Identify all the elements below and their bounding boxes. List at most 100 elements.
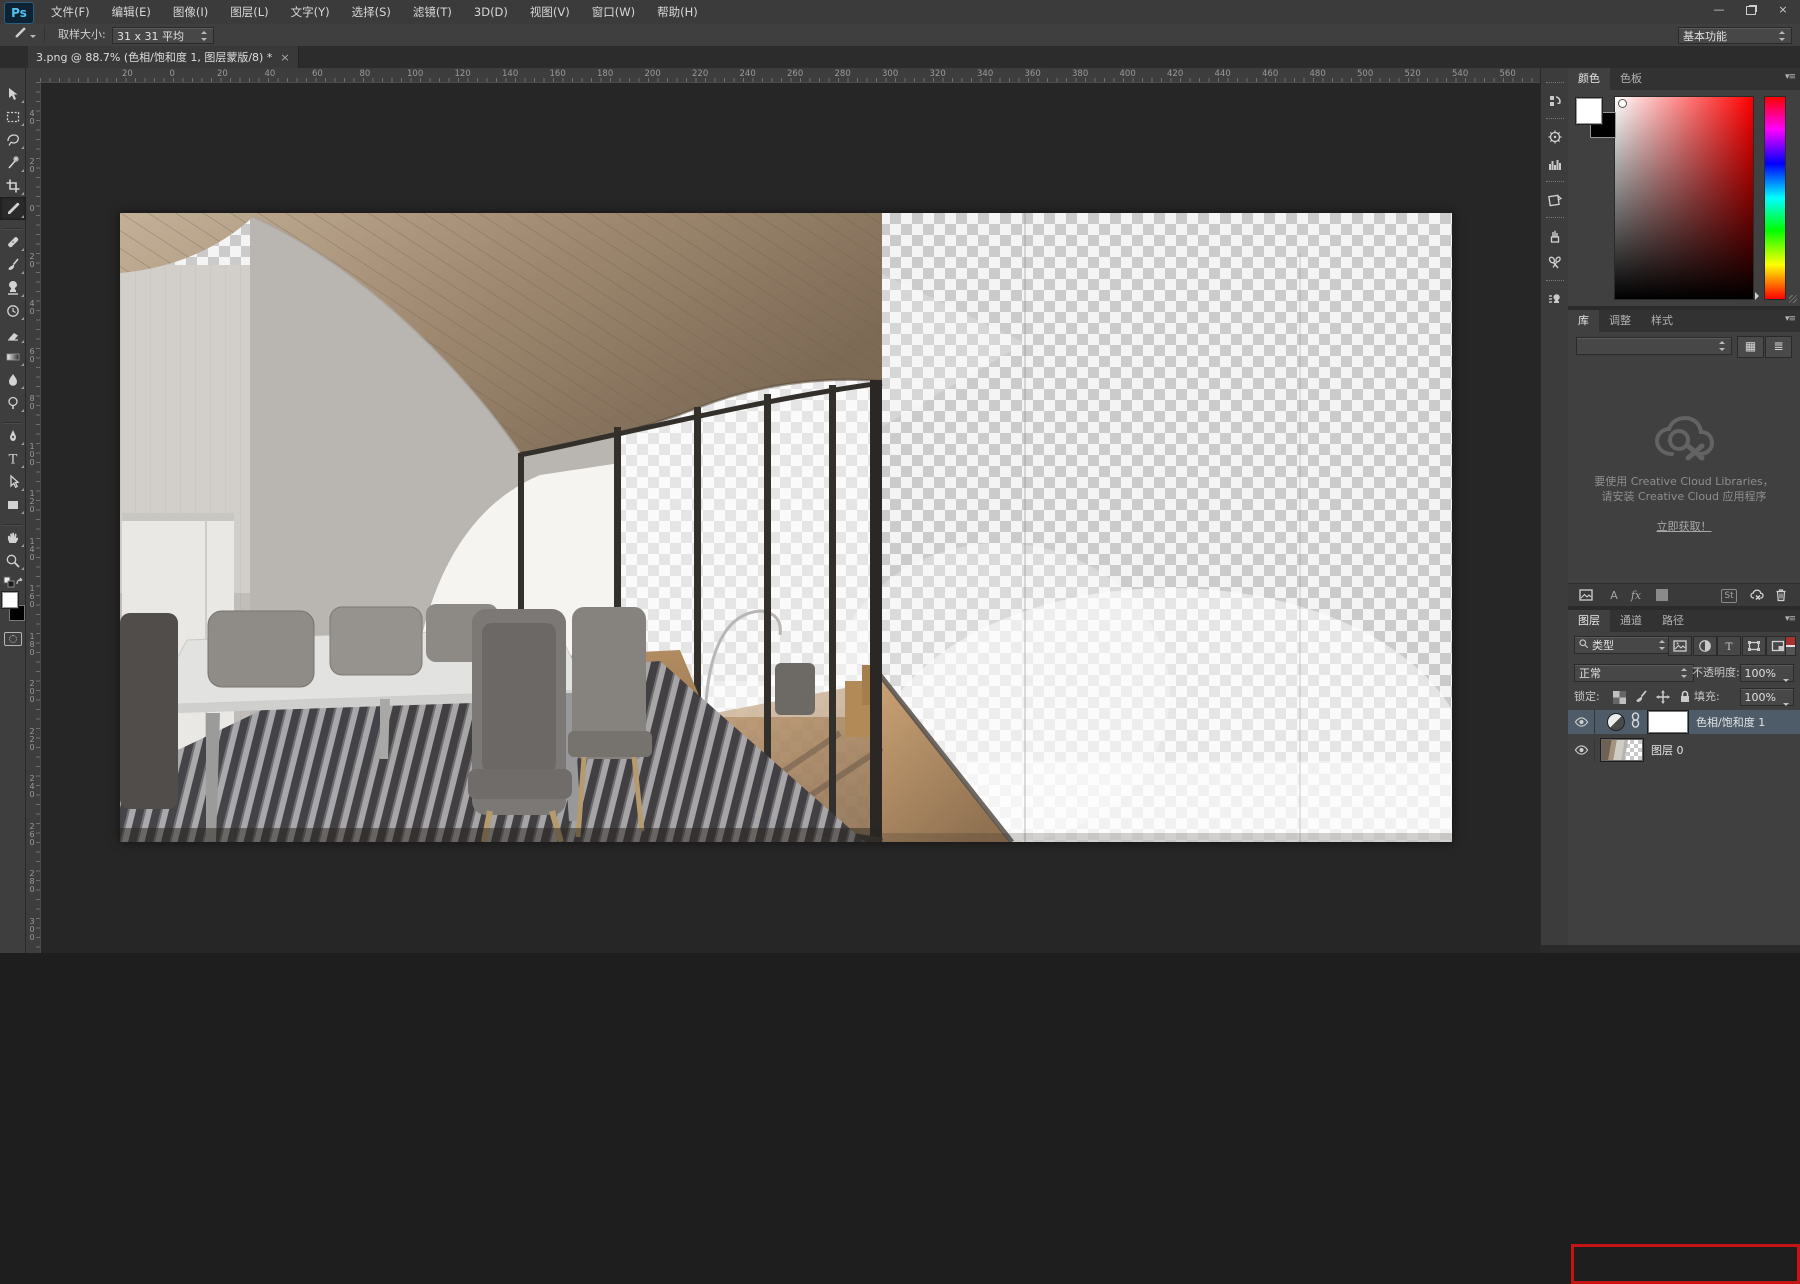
tab-layers-通道[interactable]: 通道	[1610, 610, 1652, 632]
menu-item-5[interactable]: 文字(Y)	[280, 0, 341, 24]
saturation-brightness-picker[interactable]	[1614, 96, 1754, 300]
notes-panel-icon[interactable]	[1541, 186, 1569, 213]
blend-mode-select[interactable]: 正常	[1574, 664, 1694, 682]
layer-style-fx-icon[interactable]: fx	[1626, 586, 1646, 604]
fill-input[interactable]: 100%	[1740, 688, 1794, 706]
dodge-tool[interactable]	[0, 391, 26, 414]
grid-view-button[interactable]: ▦	[1737, 336, 1764, 358]
tab-color-色板[interactable]: 色板	[1610, 68, 1652, 90]
brush-tool[interactable]	[0, 253, 26, 276]
layer-filter-kind-select[interactable]: 类型	[1574, 636, 1672, 654]
filter-shape-icon[interactable]	[1742, 636, 1766, 656]
canvas-area[interactable]: 20 0 20 40 60 80 100 120 140 160 180 200 220 240 260 28…	[26, 68, 1540, 953]
eraser-tool[interactable]	[0, 322, 26, 345]
path-selection-tool[interactable]	[0, 470, 26, 493]
tab-close-icon[interactable]: ×	[280, 51, 289, 64]
workspace-switcher[interactable]: 基本功能	[1678, 27, 1792, 44]
trash-icon[interactable]	[1770, 586, 1792, 604]
restore-button[interactable]	[1736, 2, 1766, 20]
spot-healing-brush-tool[interactable]	[0, 230, 26, 253]
menu-item-1[interactable]: 文件(F)	[40, 0, 101, 24]
foreground-background-colors[interactable]	[2, 592, 25, 626]
horizontal-ruler[interactable]: 20 0 20 40 60 80 100 120 140 160 180 200 220 240 260 28…	[40, 68, 1540, 83]
magic-wand-tool[interactable]	[0, 151, 26, 174]
tab-lib-调整[interactable]: 调整	[1599, 310, 1641, 332]
type-tool[interactable]: T	[0, 447, 26, 470]
visibility-toggle[interactable]	[1568, 710, 1595, 734]
tool-presets-panel-icon[interactable]	[1541, 222, 1569, 249]
character-style-A-icon[interactable]: A	[1604, 586, 1624, 604]
lock-transparent-icon[interactable]	[1610, 689, 1628, 705]
hand-tool[interactable]	[0, 526, 26, 549]
tab-layers-路径[interactable]: 路径	[1652, 610, 1694, 632]
document-tab[interactable]: 3.png @ 88.7% (色相/饱和度 1, 图层蒙版/8) * ×	[28, 46, 299, 68]
filter-pixel-icon[interactable]	[1668, 636, 1692, 656]
ruler-origin-corner[interactable]	[26, 68, 41, 83]
panel-menu-icon[interactable]: ▾≡	[1785, 614, 1796, 624]
rectangular-marquee-tool[interactable]	[0, 105, 26, 128]
layer-mask-thumbnail[interactable]	[1648, 711, 1688, 733]
move-tool[interactable]	[0, 82, 26, 105]
histogram-panel-icon[interactable]	[1541, 150, 1569, 177]
list-view-button[interactable]: ≣	[1765, 336, 1792, 358]
tab-lib-样式[interactable]: 样式	[1641, 310, 1683, 332]
panel-group-grip[interactable]	[1541, 213, 1569, 222]
tab-color-颜色[interactable]: 颜色	[1568, 68, 1610, 90]
history-brush-tool[interactable]	[0, 299, 26, 322]
panel-resize-grip[interactable]	[1789, 295, 1797, 303]
eyedropper-tool[interactable]	[0, 197, 26, 220]
opacity-input[interactable]: 100%	[1740, 664, 1794, 682]
foreground-color-swatch[interactable]	[1576, 98, 1602, 124]
panel-group-grip[interactable]	[1541, 114, 1569, 123]
get-cc-link[interactable]: 立即获取！	[1657, 518, 1712, 534]
gradient-tool[interactable]	[0, 345, 26, 368]
clone-stamp-tool[interactable]	[0, 276, 26, 299]
menu-item-9[interactable]: 视图(V)	[519, 0, 581, 24]
close-button[interactable]: ×	[1768, 2, 1798, 20]
swap-colors-icon[interactable]	[0, 574, 26, 588]
cc-sync-icon[interactable]	[1746, 586, 1768, 604]
canvas-image[interactable]	[120, 213, 1452, 842]
navigator-panel-icon[interactable]	[1541, 123, 1569, 150]
menu-item-8[interactable]: 3D(D)	[463, 0, 519, 24]
pen-tool[interactable]	[0, 424, 26, 447]
menu-item-3[interactable]: 图像(I)	[162, 0, 219, 24]
graphic-icon[interactable]	[1576, 586, 1596, 604]
lock-position-icon[interactable]	[1654, 689, 1672, 705]
panel-group-grip[interactable]	[1541, 78, 1569, 87]
clone-source-panel-icon[interactable]	[1541, 285, 1569, 312]
quick-mask-button[interactable]	[3, 632, 22, 646]
menu-item-2[interactable]: 编辑(E)	[101, 0, 162, 24]
panel-menu-icon[interactable]: ▾≡	[1785, 314, 1796, 324]
color-cursor[interactable]	[1618, 99, 1627, 108]
layer-thumbnail[interactable]	[1601, 739, 1643, 761]
filter-adjustment-icon[interactable]	[1693, 636, 1717, 656]
menu-item-10[interactable]: 窗口(W)	[581, 0, 646, 24]
panel-group-grip[interactable]	[1541, 177, 1569, 186]
tab-lib-库[interactable]: 库	[1568, 310, 1599, 332]
library-select[interactable]	[1576, 337, 1732, 355]
filter-toggle[interactable]	[1785, 636, 1796, 656]
filter-type-icon[interactable]: T	[1717, 636, 1741, 656]
visibility-toggle[interactable]	[1568, 738, 1595, 762]
blur-tool[interactable]	[0, 368, 26, 391]
layer-row[interactable]: 色相/饱和度 1	[1568, 710, 1800, 734]
crop-tool[interactable]	[0, 174, 26, 197]
adjustment-layer-icon[interactable]	[1607, 713, 1625, 731]
tab-layers-图层[interactable]: 图层	[1568, 610, 1610, 632]
color-swatch-icon[interactable]	[1652, 586, 1672, 604]
menu-item-6[interactable]: 选择(S)	[341, 0, 402, 24]
panel-menu-icon[interactable]: ▾≡	[1785, 72, 1796, 82]
sample-size-select[interactable]: 31 x 31 平均	[112, 27, 214, 44]
menu-item-11[interactable]: 帮助(H)	[646, 0, 709, 24]
tool-preset-picker[interactable]	[4, 26, 45, 43]
stock-icon[interactable]: St	[1718, 586, 1740, 604]
hue-ramp[interactable]	[1764, 96, 1786, 300]
lasso-tool[interactable]	[0, 128, 26, 151]
vertical-ruler[interactable]: 4020020406080100120140160180200220240260…	[26, 82, 41, 953]
layer-row[interactable]: 图层 0	[1568, 738, 1800, 762]
zoom-tool[interactable]	[0, 549, 26, 572]
measurement-panel-icon[interactable]	[1541, 249, 1569, 276]
rectangle-shape-tool[interactable]	[0, 493, 26, 516]
menu-item-4[interactable]: 图层(L)	[219, 0, 279, 24]
